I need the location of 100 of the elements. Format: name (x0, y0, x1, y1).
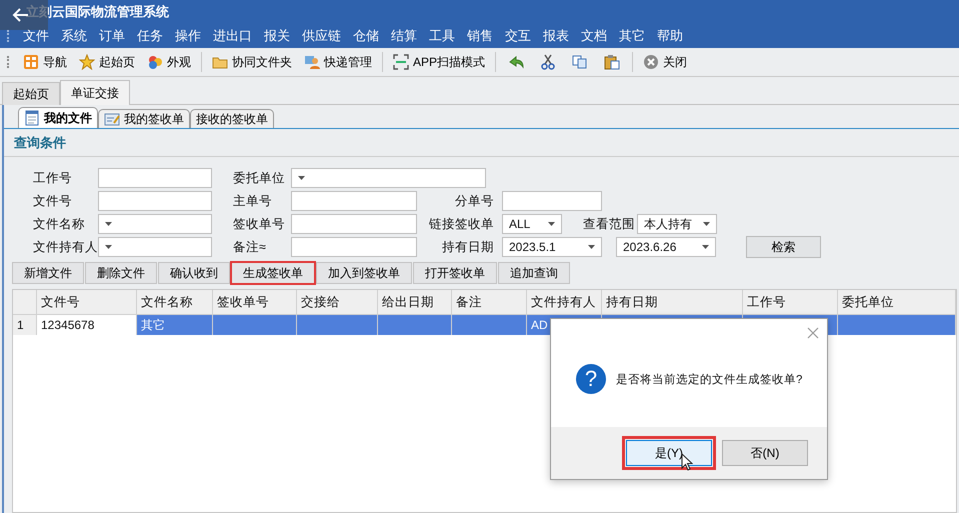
caret-icon (298, 176, 305, 180)
toolbar-button[interactable]: 外观 (141, 50, 197, 74)
clipboard-icon[interactable] (604, 54, 620, 70)
tab[interactable]: 单证交接 (60, 80, 130, 105)
field-label: 持有日期 (441, 238, 495, 256)
field-label: 文件名称 (33, 216, 86, 232)
caret-icon (588, 245, 595, 249)
column-header[interactable]: 给出日期 (378, 290, 452, 315)
cursor-icon (681, 453, 693, 471)
section-title: 查询条件 (4, 129, 959, 157)
menu-item[interactable]: 报关 (258, 27, 296, 45)
menu-item[interactable]: 进出口 (207, 27, 258, 45)
field-label: 委托单位 (233, 170, 286, 186)
menu-item[interactable]: 交互 (499, 27, 537, 45)
tab[interactable]: 起始页 (2, 82, 60, 105)
form-icon (104, 111, 120, 127)
menu-item[interactable]: 仓储 (347, 27, 385, 45)
table-cell[interactable]: 12345678 (37, 315, 137, 335)
field-label: 文件持有人 (33, 238, 98, 256)
menu-item[interactable]: 帮助 (651, 27, 689, 45)
column-header[interactable]: 文件号 (37, 290, 137, 315)
menu-item[interactable]: 报表 (537, 27, 575, 45)
dropdown[interactable]: 本人持有 (637, 214, 717, 234)
action-button[interactable]: 生成签收单 (231, 262, 315, 284)
action-button[interactable]: 追加查询 (498, 262, 570, 284)
row-number: 1 (13, 315, 37, 335)
menu-item[interactable]: 文档 (575, 27, 613, 45)
dropdown[interactable]: 2023.6.26 (616, 237, 716, 257)
column-header[interactable]: 持有日期 (602, 290, 743, 315)
dropdown[interactable]: 2023.5.1 (502, 237, 602, 257)
input-field[interactable] (98, 168, 212, 188)
toolbar-button[interactable]: 协同文件夹 (206, 50, 298, 74)
search-button[interactable]: 检索 (746, 236, 821, 258)
document-icon (24, 110, 40, 126)
dialog-message: 是否将当前选定的文件生成签收单? (616, 372, 802, 386)
toolbar-button[interactable]: 导航 (17, 50, 73, 74)
field-label: 主单号 (233, 192, 273, 210)
input-field[interactable] (98, 191, 212, 211)
dropdown[interactable] (291, 168, 486, 188)
toolbar-button[interactable]: 快递管理 (298, 50, 378, 74)
column-header[interactable]: 文件持有人 (527, 290, 602, 315)
input-field[interactable] (291, 237, 417, 257)
menu-item[interactable]: 订单 (93, 27, 131, 45)
column-header[interactable]: 委托单位 (838, 290, 956, 315)
field-label: 分单号 (454, 192, 495, 210)
tab[interactable]: 接收的签收单 (190, 109, 274, 128)
caret-icon (702, 245, 709, 249)
toolbar-button[interactable]: 关闭 (637, 50, 694, 74)
grip-handle[interactable] (7, 56, 11, 68)
menu-item[interactable]: 供应链 (296, 27, 347, 45)
column-header[interactable]: 备注 (452, 290, 527, 315)
menu-item[interactable]: 操作 (169, 27, 207, 45)
toolbar-button[interactable]: 起始页 (73, 50, 141, 74)
field-label: 备注≈ (233, 238, 267, 256)
menu-item[interactable]: 销售 (461, 27, 499, 45)
caret-icon (548, 222, 555, 226)
field-label: 查看范围 (583, 216, 636, 232)
field-label: 文件号 (33, 192, 73, 210)
tab[interactable]: 我的签收单 (98, 109, 190, 128)
action-button[interactable]: 打开签收单 (413, 262, 497, 284)
field-label: 签收单号 (233, 216, 286, 232)
menu-item[interactable]: 文件 (17, 27, 55, 45)
menu-item[interactable]: 结算 (385, 27, 423, 45)
action-button[interactable]: 删除文件 (85, 262, 157, 284)
dropdown[interactable] (98, 237, 212, 257)
question-icon: ? (576, 364, 606, 394)
table-cell[interactable]: 其它 (137, 315, 213, 335)
caret-icon (105, 222, 112, 226)
input-field[interactable] (291, 191, 417, 211)
caret-icon (105, 245, 112, 249)
grid-icon (23, 54, 39, 70)
grip-handle[interactable] (7, 30, 11, 42)
menu-item[interactable]: 任务 (131, 27, 169, 45)
copy-icon[interactable] (572, 54, 588, 70)
input-field[interactable] (502, 191, 602, 211)
tab[interactable]: 我的文件 (18, 107, 98, 128)
column-header[interactable]: 交接给 (297, 290, 378, 315)
column-header[interactable]: 文件名称 (137, 290, 213, 315)
star-icon (79, 54, 95, 70)
dropdown[interactable]: ALL (502, 214, 562, 234)
menu-item[interactable]: 其它 (613, 27, 651, 45)
column-header[interactable]: 签收单号 (213, 290, 297, 315)
undo-icon[interactable] (508, 54, 524, 70)
action-button[interactable]: 确认收到 (158, 262, 230, 284)
dialog-button[interactable]: 否(N) (722, 440, 808, 466)
toolbar-button[interactable]: APP扫描模式 (387, 50, 492, 74)
close-icon[interactable] (807, 327, 819, 339)
scissors-icon[interactable] (540, 54, 556, 70)
dropdown[interactable] (98, 214, 212, 234)
action-button[interactable]: 加入到签收单 (316, 262, 412, 284)
menu-item[interactable]: 系统 (55, 27, 93, 45)
close-icon (643, 54, 660, 70)
caret-icon (703, 222, 710, 226)
balls-icon (147, 54, 163, 70)
field-label: 工作号 (33, 170, 73, 186)
action-button[interactable]: 新增文件 (12, 262, 84, 284)
column-header[interactable]: 工作号 (743, 290, 838, 315)
scan-icon (393, 54, 409, 70)
menu-item[interactable]: 工具 (423, 27, 461, 45)
input-field[interactable] (291, 214, 417, 234)
